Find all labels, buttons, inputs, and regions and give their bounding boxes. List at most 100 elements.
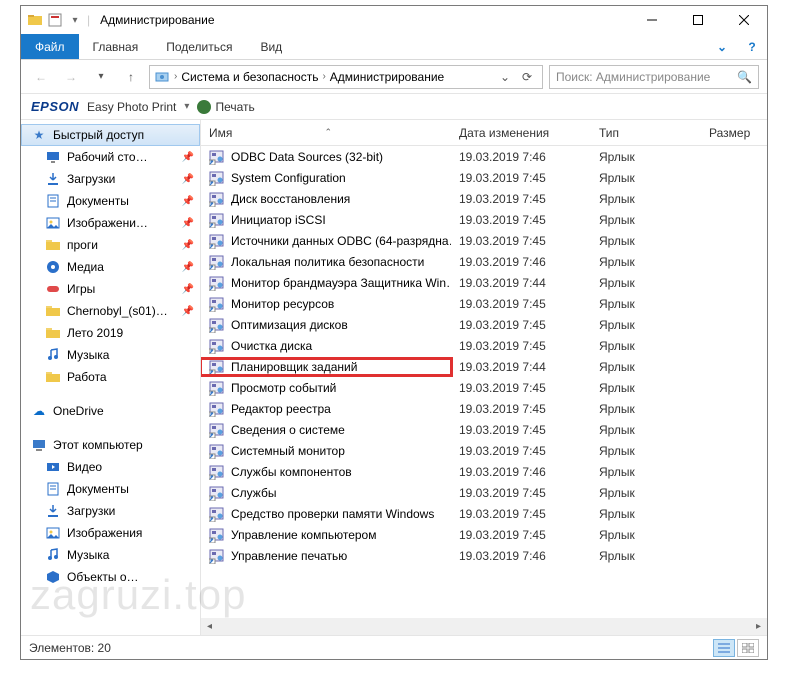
ribbon: Файл Главная Поделиться Вид ⌄ ? <box>21 34 767 60</box>
file-row[interactable]: Диск восстановления19.03.2019 7:45Ярлык <box>201 188 767 209</box>
column-header-type[interactable]: Тип <box>591 126 701 140</box>
sidebar-item[interactable]: Документы <box>21 478 200 500</box>
minimize-button[interactable] <box>629 6 675 34</box>
file-row[interactable]: Источники данных ODBC (64-разрядна…19.03… <box>201 230 767 251</box>
scroll-right-button[interactable]: ▸ <box>750 618 767 635</box>
sidebar-item[interactable]: Работа <box>21 366 200 388</box>
recent-dropdown-icon[interactable]: ▾ <box>89 65 113 89</box>
file-name: System Configuration <box>231 171 346 185</box>
sidebar-onedrive[interactable]: ☁ OneDrive <box>21 400 200 422</box>
sidebar-item-label: Рабочий сто… <box>67 150 148 164</box>
column-header-name[interactable]: Имя ⌃ <box>201 126 451 140</box>
music-icon <box>45 547 61 563</box>
details-view-button[interactable] <box>713 639 735 657</box>
file-name: Инициатор iSCSI <box>231 213 326 227</box>
sidebar-quick-access[interactable]: ★ Быстрый доступ <box>21 124 200 146</box>
file-type: Ярлык <box>591 402 701 416</box>
close-button[interactable] <box>721 6 767 34</box>
sidebar-item[interactable]: Видео <box>21 456 200 478</box>
file-row[interactable]: Просмотр событий19.03.2019 7:45Ярлык <box>201 377 767 398</box>
file-row[interactable]: Средство проверки памяти Windows19.03.20… <box>201 503 767 524</box>
breadcrumb-item[interactable]: Система и безопасность <box>181 70 318 84</box>
sidebar-item[interactable]: Музыка <box>21 544 200 566</box>
file-row[interactable]: Планировщик заданий19.03.2019 7:44Ярлык <box>201 356 767 377</box>
file-row[interactable]: Сведения о системе19.03.2019 7:45Ярлык <box>201 419 767 440</box>
file-type: Ярлык <box>591 507 701 521</box>
column-header-size[interactable]: Размер <box>701 126 767 140</box>
sidebar-item[interactable]: Загрузки <box>21 500 200 522</box>
download-icon <box>45 503 61 519</box>
file-row[interactable]: Службы19.03.2019 7:45Ярлык <box>201 482 767 503</box>
back-button[interactable]: ← <box>29 65 53 89</box>
file-row[interactable]: Системный монитор19.03.2019 7:45Ярлык <box>201 440 767 461</box>
file-date: 19.03.2019 7:45 <box>451 528 591 542</box>
file-name: Источники данных ODBC (64-разрядна… <box>231 234 451 248</box>
sidebar-item[interactable]: Медиа📌 <box>21 256 200 278</box>
qat-dropdown-icon[interactable]: ▾ <box>67 12 83 28</box>
sidebar-item[interactable]: Документы📌 <box>21 190 200 212</box>
column-header-date[interactable]: Дата изменения <box>451 126 591 140</box>
file-date: 19.03.2019 7:45 <box>451 171 591 185</box>
forward-button[interactable]: → <box>59 65 83 89</box>
scroll-left-button[interactable]: ◂ <box>201 618 218 635</box>
sidebar-this-pc[interactable]: Этот компьютер <box>21 434 200 456</box>
file-row[interactable]: Редактор реестра19.03.2019 7:45Ярлык <box>201 398 767 419</box>
sidebar-item[interactable]: Лето 2019 <box>21 322 200 344</box>
file-date: 19.03.2019 7:45 <box>451 192 591 206</box>
search-input[interactable]: Поиск: Администрирование 🔍 <box>549 65 759 89</box>
file-row[interactable]: Управление компьютером19.03.2019 7:45Ярл… <box>201 524 767 545</box>
chevron-right-icon[interactable]: › <box>174 71 177 82</box>
sidebar-item[interactable]: Музыка <box>21 344 200 366</box>
navigation-pane[interactable]: ★ Быстрый доступ Рабочий сто…📌Загрузки📌Д… <box>21 120 201 635</box>
ribbon-expand-icon[interactable]: ⌄ <box>707 34 737 59</box>
sidebar-item[interactable]: Рабочий сто…📌 <box>21 146 200 168</box>
file-row[interactable]: Инициатор iSCSI19.03.2019 7:45Ярлык <box>201 209 767 230</box>
file-name: Просмотр событий <box>231 381 336 395</box>
file-row[interactable]: ODBC Data Sources (32-bit)19.03.2019 7:4… <box>201 146 767 167</box>
properties-icon[interactable] <box>47 12 63 28</box>
shortcut-icon <box>209 275 225 291</box>
print-icon <box>197 100 211 114</box>
sidebar-label: OneDrive <box>53 404 104 418</box>
file-type: Ярлык <box>591 444 701 458</box>
sidebar-item[interactable]: Изображени…📌 <box>21 212 200 234</box>
address-dropdown-icon[interactable]: ⌄ <box>494 66 516 88</box>
sidebar-item[interactable]: проги📌 <box>21 234 200 256</box>
sidebar-item[interactable]: Игры📌 <box>21 278 200 300</box>
sidebar-item-label: Музыка <box>67 348 109 362</box>
file-row[interactable]: Оптимизация дисков19.03.2019 7:45Ярлык <box>201 314 767 335</box>
chevron-right-icon[interactable]: › <box>322 71 325 82</box>
file-row[interactable]: System Configuration19.03.2019 7:45Ярлык <box>201 167 767 188</box>
chevron-down-icon[interactable]: ▾ <box>184 101 189 112</box>
sidebar-item[interactable]: Объекты о… <box>21 566 200 588</box>
ribbon-tab-share[interactable]: Поделиться <box>152 34 246 59</box>
file-date: 19.03.2019 7:46 <box>451 549 591 563</box>
maximize-button[interactable] <box>675 6 721 34</box>
file-row[interactable]: Службы компонентов19.03.2019 7:46Ярлык <box>201 461 767 482</box>
sidebar-item[interactable]: Chernobyl_(s01)…📌 <box>21 300 200 322</box>
address-bar[interactable]: › Система и безопасность › Администриров… <box>149 65 543 89</box>
sidebar-item[interactable]: Загрузки📌 <box>21 168 200 190</box>
ribbon-file-tab[interactable]: Файл <box>21 34 79 59</box>
file-row[interactable]: Монитор брандмауэра Защитника Win…19.03.… <box>201 272 767 293</box>
ribbon-tab-home[interactable]: Главная <box>79 34 153 59</box>
file-row[interactable]: Монитор ресурсов19.03.2019 7:45Ярлык <box>201 293 767 314</box>
thumbnails-view-button[interactable] <box>737 639 759 657</box>
sidebar-item-label: Документы <box>67 194 129 208</box>
ribbon-tab-view[interactable]: Вид <box>246 34 296 59</box>
sidebar-item[interactable]: Изображения <box>21 522 200 544</box>
file-rows[interactable]: ODBC Data Sources (32-bit)19.03.2019 7:4… <box>201 146 767 618</box>
print-button[interactable]: Печать <box>197 100 254 114</box>
file-row[interactable]: Локальная политика безопасности19.03.201… <box>201 251 767 272</box>
file-row[interactable]: Управление печатью19.03.2019 7:46Ярлык <box>201 545 767 566</box>
body-area: ★ Быстрый доступ Рабочий сто…📌Загрузки📌Д… <box>21 120 767 635</box>
file-row[interactable]: Очистка диска19.03.2019 7:45Ярлык <box>201 335 767 356</box>
quick-access-toolbar: ▾ | <box>27 12 90 28</box>
shortcut-icon <box>209 191 225 207</box>
refresh-button[interactable]: ⟳ <box>516 66 538 88</box>
help-icon[interactable]: ? <box>737 34 767 59</box>
horizontal-scrollbar[interactable]: ◂ ▸ <box>201 618 767 635</box>
breadcrumb-item[interactable]: Администрирование <box>330 70 444 84</box>
scroll-track[interactable] <box>218 618 750 635</box>
up-button[interactable]: ↑ <box>119 65 143 89</box>
